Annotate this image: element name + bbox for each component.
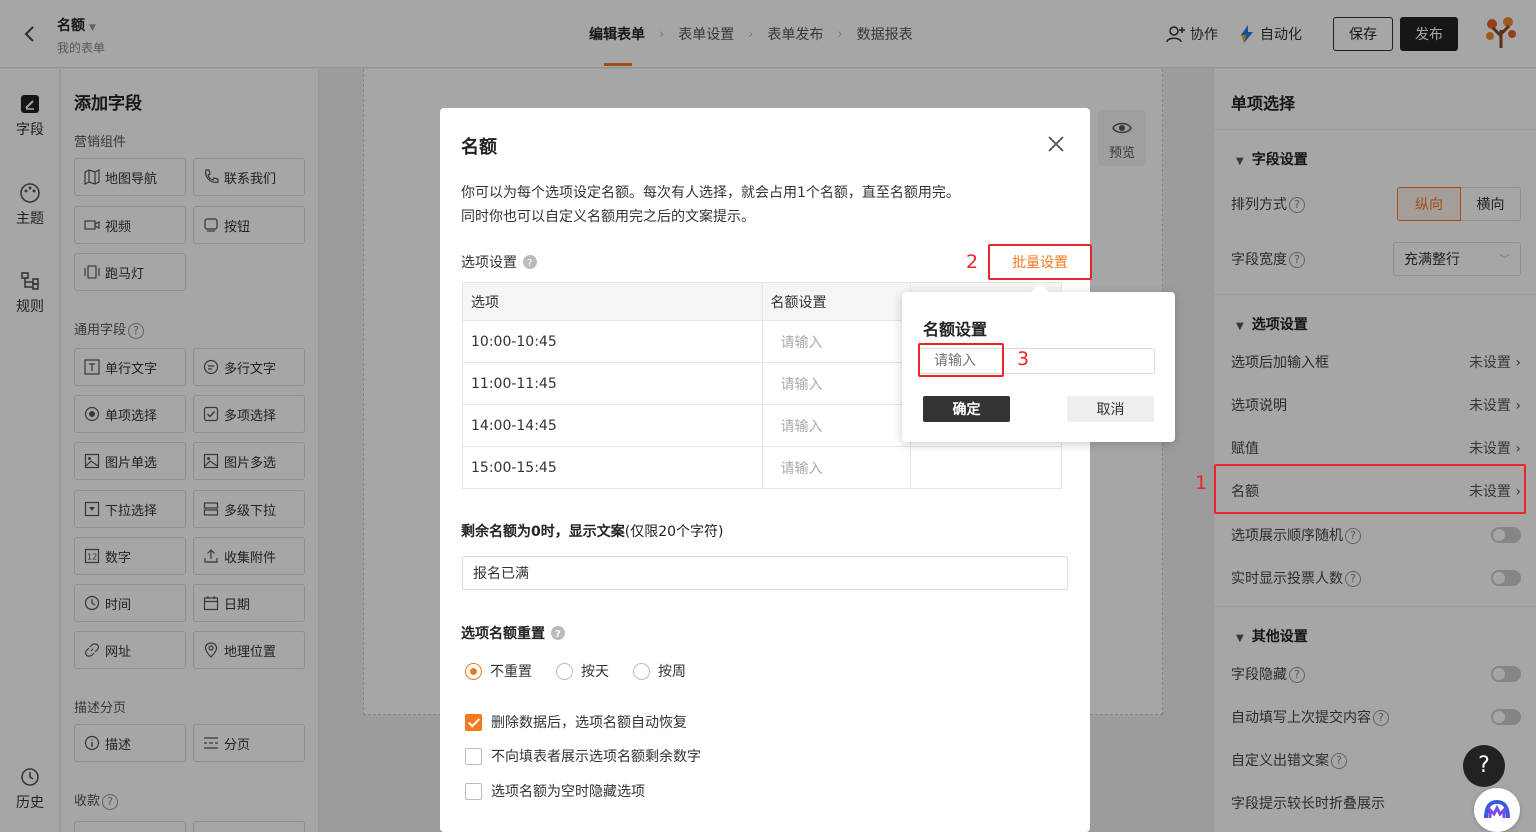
help-button[interactable]: ?: [1463, 745, 1505, 787]
radio-no-reset[interactable]: 不重置: [465, 661, 532, 681]
batch-quota-input[interactable]: [919, 348, 1155, 374]
radio-daily[interactable]: 按天: [556, 661, 609, 681]
checkbox-hide-empty[interactable]: 选项名额为空时隐藏选项: [465, 781, 645, 801]
annotation-number: 3: [1017, 348, 1030, 370]
annotation-number: 2: [966, 251, 979, 273]
close-icon[interactable]: [1044, 132, 1068, 156]
quota-input[interactable]: 请输入: [761, 404, 912, 447]
popover-title: 名额设置: [923, 320, 988, 339]
table-row: 15:00-15:45 请输入: [462, 446, 1062, 489]
quota-input[interactable]: 请输入: [761, 320, 912, 363]
zero-quota-text-input[interactable]: [462, 556, 1068, 590]
extra-cell: [910, 446, 1062, 489]
option-cell: 14:00-14:45: [462, 404, 763, 447]
quota-input[interactable]: 请输入: [761, 446, 912, 489]
annotation-number: 1: [1195, 472, 1208, 494]
radio-label: 按天: [581, 664, 609, 680]
help-circle-icon[interactable]: ?: [551, 626, 565, 640]
svg-text:?: ?: [527, 258, 532, 269]
batch-quota-popover: 名额设置 确定 取消: [902, 292, 1175, 442]
radio-label: 按周: [658, 664, 686, 680]
checkbox-checked: [465, 713, 482, 731]
quota-reset-text: 选项名额重置: [461, 626, 545, 642]
assistant-mascot-icon[interactable]: [1474, 788, 1520, 832]
radio-weekly[interactable]: 按周: [633, 661, 686, 681]
checkbox-label: 选项名额为空时隐藏选项: [491, 784, 645, 800]
svg-text:?: ?: [555, 629, 561, 640]
checkbox-label: 不向填表者展示选项名额剩余数字: [491, 749, 701, 765]
quota-input[interactable]: 请输入: [761, 362, 912, 405]
zero-quota-label: 剩余名额为0时，显示文案(仅限20个字符): [461, 521, 724, 541]
checkbox-hide-remaining[interactable]: 不向填表者展示选项名额剩余数字: [465, 746, 701, 766]
zero-quota-label-note: (仅限20个字符): [624, 524, 724, 540]
option-cell: 11:00-11:45: [462, 362, 763, 405]
radio-dot-selected: [465, 662, 482, 680]
quota-reset-label: 选项名额重置 ?: [461, 623, 565, 643]
option-settings-label: 选项设置 ?: [461, 252, 537, 272]
help-circle-icon[interactable]: ?: [523, 255, 537, 269]
checkbox-auto-restore[interactable]: 删除数据后，选项名额自动恢复: [465, 712, 687, 732]
option-cell: 15:00-15:45: [462, 446, 763, 489]
modal-description: 你可以为每个选项设定名额。每次有人选择，就会占用1个名额，直至名额用完。: [461, 185, 960, 201]
cancel-button[interactable]: 取消: [1067, 396, 1154, 422]
option-cell: 10:00-10:45: [462, 320, 763, 363]
zero-quota-label-bold: 剩余名额为0时，显示文案: [461, 524, 625, 540]
batch-settings-button[interactable]: 批量设置: [990, 245, 1090, 279]
modal-description: 同时你也可以自定义名额用完之后的文案提示。: [461, 209, 755, 225]
modal-title: 名额: [461, 137, 497, 158]
option-settings-text: 选项设置: [461, 255, 517, 271]
column-header-quota: 名额设置: [761, 282, 912, 321]
radio-dot: [556, 662, 573, 680]
checkbox-box: [465, 747, 482, 765]
radio-dot: [633, 662, 650, 680]
checkbox-label: 删除数据后，选项名额自动恢复: [491, 715, 687, 731]
quota-modal: 名额 你可以为每个选项设定名额。每次有人选择，就会占用1个名额，直至名额用完。 …: [440, 108, 1090, 832]
column-header-option: 选项: [462, 282, 763, 321]
radio-label: 不重置: [490, 664, 532, 680]
confirm-button[interactable]: 确定: [923, 396, 1010, 422]
checkbox-box: [465, 782, 482, 800]
